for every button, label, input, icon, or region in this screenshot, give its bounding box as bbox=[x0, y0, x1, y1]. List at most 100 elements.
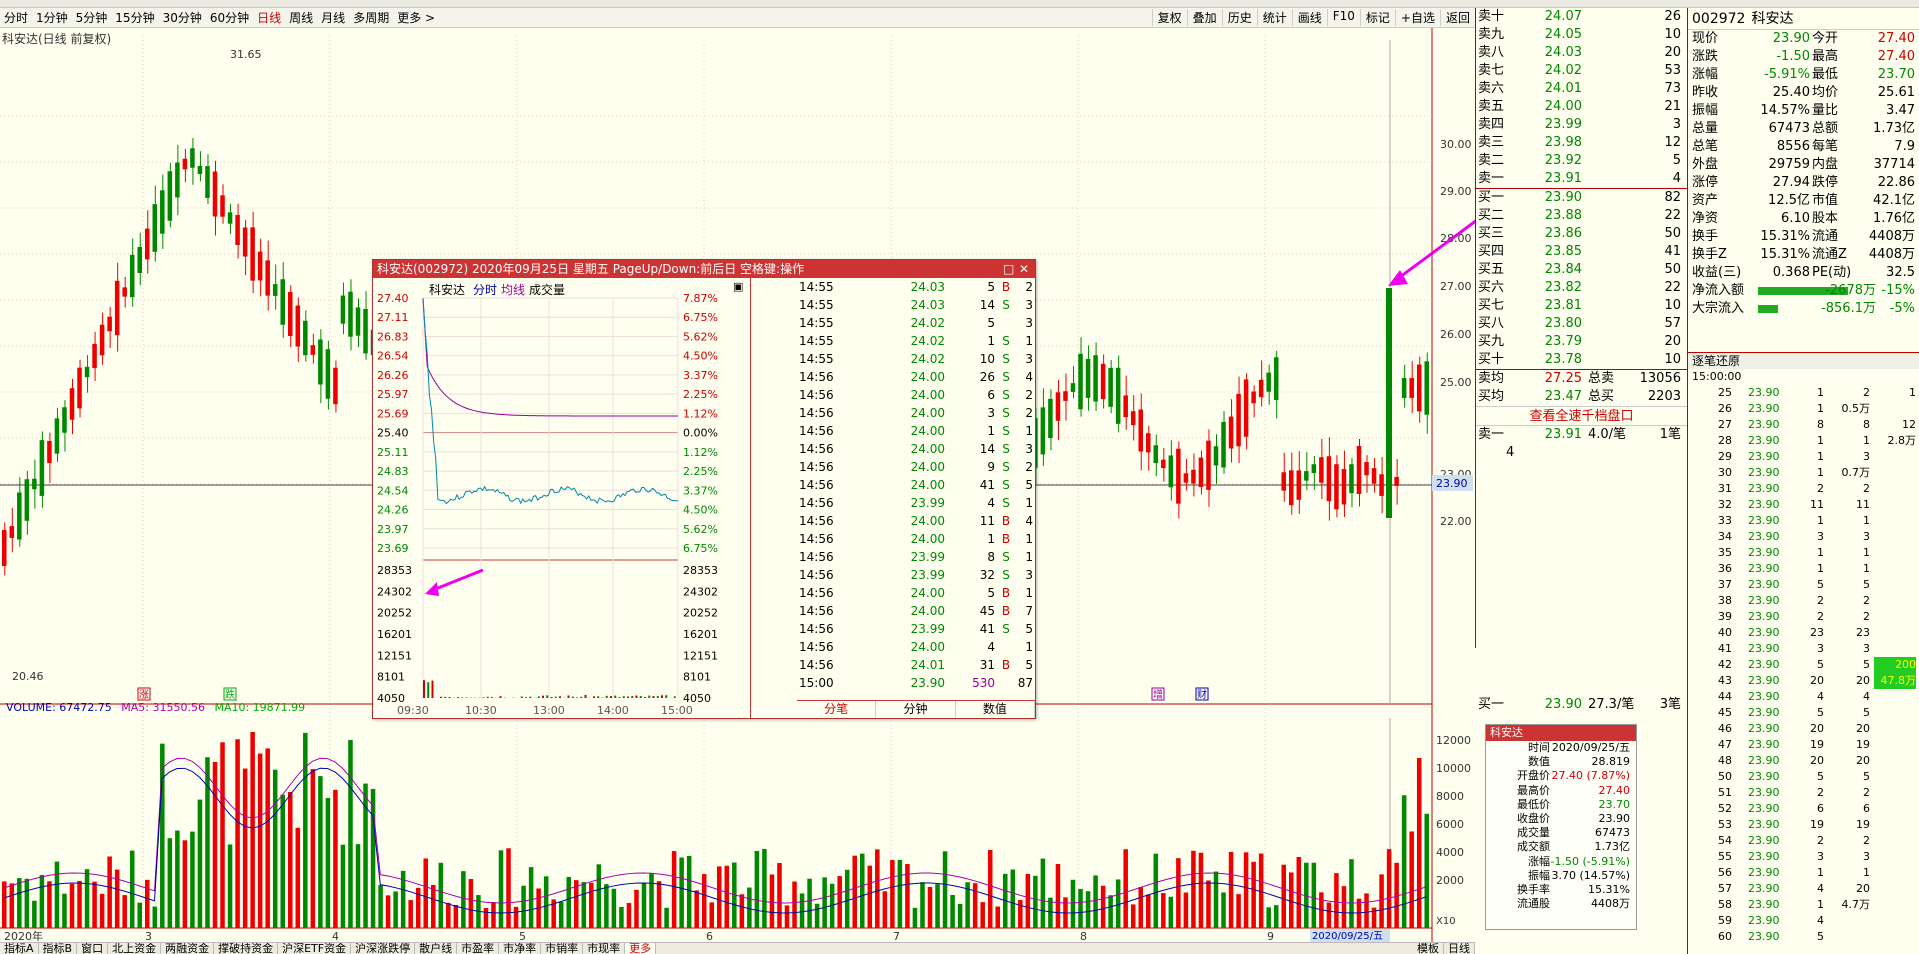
indicator-tab-11[interactable]: 市销率 bbox=[541, 943, 584, 954]
period-tab-4[interactable]: 30分钟 bbox=[159, 9, 206, 26]
tick-price: 24.00 bbox=[910, 370, 945, 384]
indicator-tab-9[interactable]: 市盈率 bbox=[457, 943, 500, 954]
toolbar-right-button-7[interactable]: +自选 bbox=[1394, 9, 1440, 26]
popup-tab-2[interactable]: 数值 bbox=[956, 701, 1035, 718]
popup-price-tick: 25.40 bbox=[377, 427, 409, 440]
popup-tab-1[interactable]: 分钟 bbox=[876, 701, 956, 718]
tick-restore-price: 23.90 bbox=[1748, 834, 1780, 847]
quote-row: 涨幅 -5.91% 最低 23.70 bbox=[1688, 66, 1919, 84]
tick-restore-row: 33 23.90 1 1 bbox=[1688, 513, 1919, 529]
toolbar-right-button-6[interactable]: 标记 bbox=[1359, 9, 1395, 26]
indicator-tab-1[interactable]: 指标B bbox=[39, 943, 78, 954]
volume-bar bbox=[942, 851, 948, 928]
period-tab-3[interactable]: 15分钟 bbox=[111, 9, 158, 26]
popup-minute-plot[interactable]: 27.40 7.87% 27.11 6.75% 26.83 5.62% 26.54 4.50%… bbox=[373, 278, 751, 718]
indicator-tab-2[interactable]: 窗口 bbox=[77, 943, 109, 954]
indicator-tab-13[interactable]: 更多 bbox=[625, 943, 657, 954]
order-level-label: 买一 bbox=[1478, 190, 1505, 205]
indicator-tab-4[interactable]: 两融资金 bbox=[161, 943, 215, 954]
indicator-tab-10[interactable]: 市净率 bbox=[499, 943, 542, 954]
period-tab-2[interactable]: 5分钟 bbox=[72, 9, 112, 26]
popup-vol-bar bbox=[559, 696, 561, 698]
period-tab-0[interactable]: 分时 bbox=[0, 9, 32, 26]
bottombar-tag-1[interactable]: 日线 bbox=[1444, 943, 1475, 954]
popup-tab-0[interactable]: 分笔 bbox=[797, 701, 877, 718]
popup-vol-bar bbox=[448, 697, 451, 698]
period-tab-8[interactable]: 月线 bbox=[317, 9, 349, 26]
candle-body bbox=[340, 295, 346, 324]
tick-count: 87 bbox=[1017, 676, 1033, 690]
volume-bar bbox=[107, 856, 112, 928]
tick-seq: 33 bbox=[1718, 514, 1732, 527]
quote-label-2: 流通Z bbox=[1812, 247, 1847, 262]
popup-tabs: 分笔 分钟 数值 bbox=[797, 700, 1035, 718]
sell1-detail-row: 卖一 23.91 4.0/笔 1笔 bbox=[1476, 426, 1687, 444]
volume-bar bbox=[1168, 896, 1174, 928]
period-tab-7[interactable]: 周线 bbox=[285, 9, 317, 26]
tick-restore-title: 逐笔还原 bbox=[1692, 354, 1741, 368]
candle-body bbox=[1289, 470, 1294, 506]
toolbar-right-button-1[interactable]: 叠加 bbox=[1186, 9, 1222, 26]
tick-restore-price: 23.90 bbox=[1748, 594, 1780, 607]
total-sell-label: 总卖 bbox=[1588, 371, 1615, 386]
volume-bar bbox=[84, 869, 90, 928]
quote-label-2: 均价 bbox=[1812, 85, 1839, 100]
period-tab-5[interactable]: 60分钟 bbox=[206, 9, 253, 26]
candle-body bbox=[348, 291, 353, 337]
close-icon[interactable]: ✕ bbox=[1019, 260, 1029, 278]
maximize-icon[interactable]: □ bbox=[1003, 260, 1014, 278]
volume-bar bbox=[491, 902, 496, 928]
tick-price: 24.00 bbox=[910, 424, 945, 438]
toolbar-right-button-5[interactable]: F10 bbox=[1326, 9, 1360, 26]
candle-body bbox=[1206, 440, 1211, 490]
intraday-popup[interactable]: 科安达(002972) 2020年09月25日 星期五 PageUp/Down:… bbox=[372, 259, 1036, 719]
popup-header[interactable]: 科安达(002972) 2020年09月25日 星期五 PageUp/Down:… bbox=[373, 260, 1035, 278]
tick-restore-row: 25 23.90 1 2 1 bbox=[1688, 385, 1919, 401]
popup-title: 科安达(002972) 2020年09月25日 星期五 PageUp/Down:… bbox=[377, 262, 805, 276]
tick-price: 24.02 bbox=[910, 352, 945, 366]
volume-bar bbox=[528, 867, 534, 928]
toolbar-right-button-2[interactable]: 历史 bbox=[1221, 9, 1257, 26]
indicator-tab-0[interactable]: 指标A bbox=[0, 943, 39, 954]
tick-volume: 10 bbox=[979, 352, 995, 366]
full-depth-link[interactable]: 查看全速千档盘口 bbox=[1476, 406, 1687, 426]
tick-seq: 54 bbox=[1718, 834, 1732, 847]
buy1-count: 3笔 bbox=[1659, 697, 1681, 712]
order-book-panel: 卖十 24.07 26 卖九 24.05 10 卖八 24.03 20 卖七 24.02 53 卖六 24… bbox=[1475, 8, 1687, 712]
quote-label-2: PE(动) bbox=[1812, 265, 1852, 280]
candle-body bbox=[288, 291, 293, 337]
period-tab-1[interactable]: 1分钟 bbox=[32, 9, 72, 26]
volume-bar bbox=[1161, 893, 1166, 928]
popup-vol-tick: 24302 bbox=[377, 585, 412, 598]
indicator-tab-7[interactable]: 沪深涨跌停 bbox=[351, 943, 416, 954]
tick-restore-agg: 11 bbox=[1856, 498, 1870, 511]
indicator-tab-3[interactable]: 北上资金 bbox=[108, 943, 162, 954]
tick-restore-agg: 1 bbox=[1863, 546, 1870, 559]
tick-restore-agg: 5 bbox=[1863, 770, 1870, 783]
candle-body bbox=[1379, 474, 1384, 496]
toolbar-right-button-8[interactable]: 返回 bbox=[1439, 9, 1475, 26]
tick-restore-row: 56 23.90 1 1 bbox=[1688, 865, 1919, 881]
indicator-tab-6[interactable]: 沪深ETF资金 bbox=[278, 943, 352, 954]
indicator-tab-8[interactable]: 散户线 bbox=[415, 943, 458, 954]
period-tab-9[interactable]: 多周期 bbox=[349, 9, 393, 26]
volume-bar bbox=[1266, 907, 1271, 928]
quote-label-2: 量比 bbox=[1812, 103, 1839, 118]
tick-volume: 1 bbox=[987, 532, 995, 546]
indicator-tab-12[interactable]: 市现率 bbox=[583, 943, 626, 954]
quote-label-2: 市值 bbox=[1812, 193, 1839, 208]
period-tab-6[interactable]: 日线 bbox=[253, 9, 285, 26]
bottombar-tag-0[interactable]: 模板 bbox=[1413, 943, 1444, 954]
toolbar-right-button-3[interactable]: 统计 bbox=[1256, 9, 1292, 26]
toolbar-right-button-4[interactable]: 画线 bbox=[1291, 9, 1327, 26]
popup-vol-bar bbox=[486, 696, 489, 698]
indicator-tab-5[interactable]: 撑破持资金 bbox=[214, 943, 279, 954]
tick-seq: 55 bbox=[1718, 850, 1732, 863]
period-tab-10[interactable]: 更多 > bbox=[393, 9, 439, 26]
candle-body bbox=[280, 279, 285, 325]
tooltip-row: 成交量 67473 bbox=[1486, 826, 1636, 840]
toolbar-right-button-0[interactable]: 复权 bbox=[1151, 9, 1187, 26]
tick-restore-header: 逐笔还原 bbox=[1688, 353, 1919, 369]
order-level-label: 卖九 bbox=[1478, 27, 1505, 42]
tick-restore-sum: 1 bbox=[1909, 386, 1916, 399]
